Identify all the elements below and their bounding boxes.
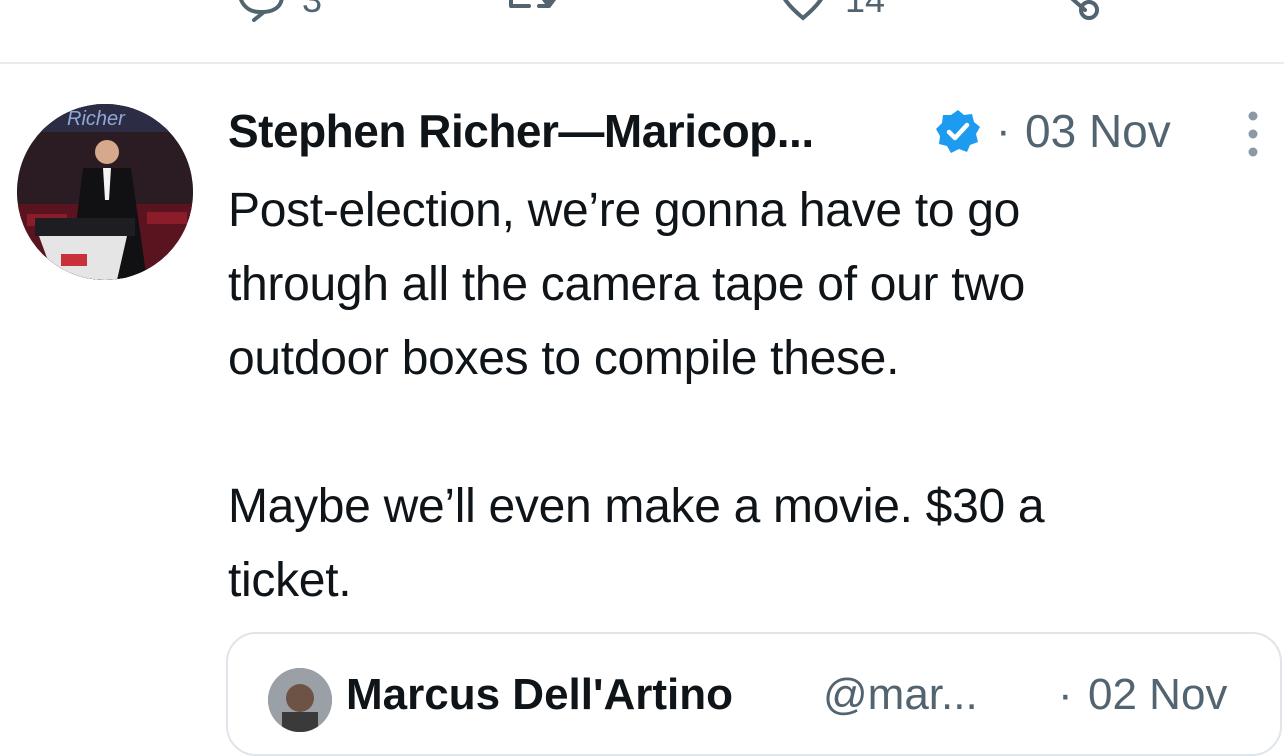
quoted-date: 02 Nov xyxy=(1088,670,1228,719)
avatar-photo: Richer xyxy=(17,104,193,280)
verified-badge-icon xyxy=(936,110,980,153)
share-button[interactable] xyxy=(1045,0,1105,22)
like-button[interactable]: 14 xyxy=(775,0,885,22)
quoted-avatar xyxy=(268,668,332,732)
retweet-button[interactable] xyxy=(505,0,565,22)
like-icon xyxy=(783,0,823,21)
quoted-separator-dot: · xyxy=(1058,670,1073,719)
author-name[interactable]: Stephen Richer—Maricop... xyxy=(228,104,814,158)
reply-count: 3 xyxy=(302,0,322,18)
avatar-banner-text: Richer xyxy=(67,108,126,130)
like-count: 14 xyxy=(845,0,885,18)
reply-icon xyxy=(239,0,284,22)
avatar[interactable]: Richer xyxy=(17,104,193,280)
previous-tweet-actions: 3 14 xyxy=(0,0,1284,62)
tweet-date[interactable]: 03 Nov xyxy=(1025,104,1171,158)
quoted-tweet[interactable]: Marcus Dell'Artino @mar... · 02 Nov xyxy=(226,632,1282,756)
share-icon xyxy=(1070,0,1099,20)
more-options-icon[interactable] xyxy=(1238,108,1268,160)
separator-dot: · xyxy=(996,106,1011,155)
quoted-handle: @mar... xyxy=(823,670,978,719)
tweet-text: Post-election, we’re gonna have to go th… xyxy=(228,184,1045,607)
quoted-author-name: Marcus Dell'Artino xyxy=(346,670,733,719)
retweet-icon xyxy=(509,0,556,8)
reply-button[interactable]: 3 xyxy=(232,0,322,22)
tweet[interactable]: Richer Stephen Richer—Maricop... · 03 No… xyxy=(0,64,1284,756)
tweet-header: Stephen Richer—Maricop... · 03 Nov xyxy=(228,98,1268,162)
